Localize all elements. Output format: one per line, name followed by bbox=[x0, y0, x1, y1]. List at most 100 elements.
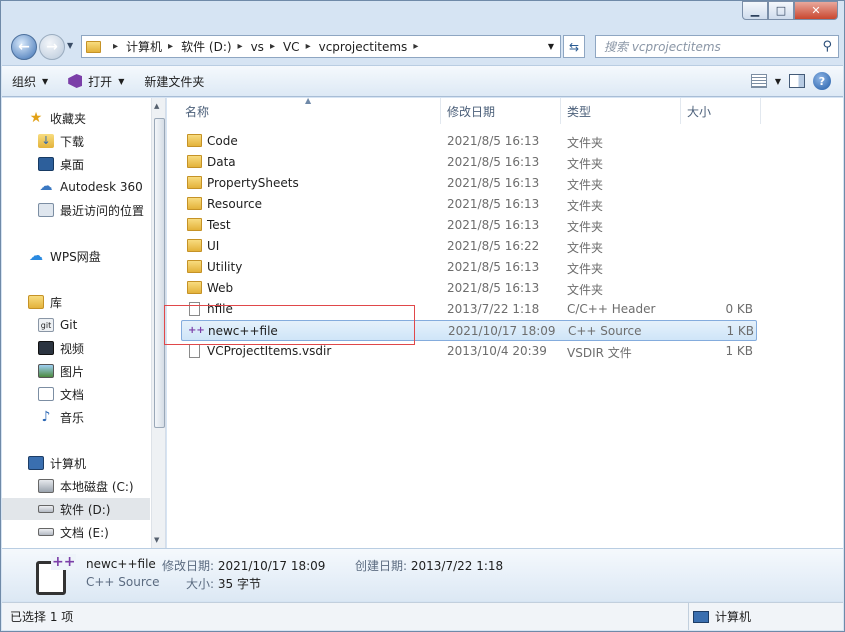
nav-item-wps[interactable]: ☁ WPS网盘 bbox=[2, 245, 150, 267]
nav-item-music[interactable]: ♪ 音乐 bbox=[2, 406, 150, 428]
file-row[interactable]: Code 2021/8/5 16:13 文件夹 bbox=[181, 131, 757, 152]
computer-icon bbox=[693, 610, 709, 623]
nav-item-recent[interactable]: 最近访问的位置 bbox=[2, 199, 150, 221]
nav-item-drive-c[interactable]: 本地磁盘 (C:) bbox=[2, 475, 150, 497]
scrollbar-thumb[interactable] bbox=[154, 118, 165, 428]
folder-icon bbox=[187, 176, 202, 189]
star-icon: ★ bbox=[29, 110, 43, 126]
back-button[interactable]: ← bbox=[11, 34, 37, 60]
music-icon: ♪ bbox=[41, 409, 51, 425]
computer-icon bbox=[28, 456, 44, 470]
file-row[interactable]: UI 2021/8/5 16:22 文件夹 bbox=[181, 236, 757, 257]
details-size: 大小: 35 字节 bbox=[186, 577, 261, 591]
column-header-size[interactable]: 大小 bbox=[681, 98, 761, 124]
close-button[interactable]: ✕ bbox=[794, 1, 838, 20]
organize-button[interactable]: 组织 ▼ bbox=[2, 66, 58, 96]
drive-c-icon bbox=[38, 479, 54, 493]
drive-icon bbox=[38, 505, 54, 513]
chevron-right-icon[interactable]: ▸ bbox=[413, 41, 418, 52]
chevron-down-icon[interactable]: ▼ bbox=[775, 77, 781, 86]
file-row[interactable]: Utility 2021/8/5 16:13 文件夹 bbox=[181, 257, 757, 278]
nav-item-pictures[interactable]: 图片 bbox=[2, 360, 150, 382]
scroll-up-icon[interactable]: ▲ bbox=[154, 102, 159, 110]
folder-icon bbox=[86, 40, 101, 53]
file-row[interactable]: hfile 2013/7/22 1:18 C/C++ Header 0 KB bbox=[181, 299, 757, 320]
file-row[interactable]: Data 2021/8/5 16:13 文件夹 bbox=[181, 152, 757, 173]
maximize-button[interactable]: □ bbox=[768, 1, 794, 20]
status-bar: 已选择 1 项 计算机 bbox=[2, 602, 843, 630]
folder-icon bbox=[187, 239, 202, 252]
file-row[interactable]: Web 2021/8/5 16:13 文件夹 bbox=[181, 278, 757, 299]
arrow-left-icon: ← bbox=[18, 39, 30, 55]
open-button[interactable]: 打开 ▼ bbox=[58, 66, 134, 96]
breadcrumb-drive-d[interactable]: 软件 (D:) ▸ bbox=[181, 38, 243, 55]
picture-icon bbox=[38, 364, 54, 378]
column-header-name[interactable]: 名称 bbox=[179, 98, 441, 124]
git-icon: git bbox=[38, 318, 54, 332]
chevron-right-icon[interactable]: ▸ bbox=[306, 41, 311, 52]
nav-item-computer[interactable]: 计算机 bbox=[2, 452, 150, 474]
nav-item-videos[interactable]: 视频 bbox=[2, 337, 150, 359]
file-row[interactable]: PropertySheets 2021/8/5 16:13 文件夹 bbox=[181, 173, 757, 194]
help-icon[interactable]: ? bbox=[813, 72, 831, 90]
library-icon bbox=[28, 295, 44, 309]
view-options-icon[interactable] bbox=[750, 74, 767, 88]
refresh-icon: ⇆ bbox=[568, 39, 580, 54]
recent-places-icon bbox=[38, 203, 54, 217]
search-icon[interactable]: ⚲ bbox=[822, 39, 832, 54]
details-created: 创建日期: 2013/7/22 1:18 bbox=[355, 559, 504, 573]
nav-item-git[interactable]: git Git bbox=[2, 314, 150, 336]
chevron-right-icon[interactable]: ▸ bbox=[270, 41, 275, 52]
breadcrumb-computer[interactable]: 计算机 ▸ bbox=[126, 38, 173, 55]
file-row-selected[interactable]: ++ newc++file 2021/10/17 18:09 C++ Source 1 … bbox=[181, 320, 757, 341]
nav-item-drive-e[interactable]: 文档 (E:) bbox=[2, 521, 150, 543]
breadcrumb-vcprojectitems[interactable]: vcprojectitems ▸ bbox=[319, 40, 419, 54]
minimize-button[interactable]: ▁ bbox=[742, 1, 768, 20]
navigation-pane: ★ 收藏夹 ↓ 下载 桌面 ☁ Autodesk 360 最近访问的位置 ☁ WPS网盘… bbox=[2, 98, 166, 548]
new-folder-button[interactable]: 新建文件夹 bbox=[134, 66, 214, 96]
forward-button[interactable]: → bbox=[39, 34, 65, 60]
caption-buttons: ▁ □ ✕ bbox=[742, 1, 838, 20]
recent-pages-dropdown[interactable]: ▼ bbox=[67, 41, 73, 50]
drive-icon bbox=[38, 528, 54, 536]
column-header-type[interactable]: 类型 bbox=[561, 98, 681, 124]
nav-item-autodesk[interactable]: ☁ Autodesk 360 bbox=[2, 176, 150, 198]
file-row[interactable]: Test 2021/8/5 16:13 文件夹 bbox=[181, 215, 757, 236]
preview-pane-icon[interactable] bbox=[789, 74, 805, 88]
selection-count: 已选择 1 项 bbox=[10, 610, 74, 624]
details-filename: newc++file bbox=[86, 557, 156, 571]
status-location: 计算机 bbox=[688, 603, 751, 630]
address-dropdown-icon[interactable]: ▼ bbox=[548, 42, 554, 51]
download-folder-icon: ↓ bbox=[38, 134, 54, 148]
refresh-button[interactable]: ⇆ bbox=[563, 35, 585, 58]
breadcrumb-vs[interactable]: vs ▸ bbox=[251, 40, 275, 54]
scroll-down-icon[interactable]: ▼ bbox=[154, 536, 159, 544]
nav-scrollbar[interactable]: ▲ ▼ bbox=[151, 98, 165, 548]
file-row[interactable]: Resource 2021/8/5 16:13 文件夹 bbox=[181, 194, 757, 215]
folder-icon bbox=[187, 134, 202, 147]
search-input[interactable]: 搜索 vcprojectitems ⚲ bbox=[595, 35, 839, 58]
details-filetype: C++ Source bbox=[86, 575, 160, 589]
nav-item-downloads[interactable]: ↓ 下载 bbox=[2, 130, 150, 152]
file-row[interactable]: VCProjectItems.vsdir 2013/10/4 20:39 VSDIR… bbox=[181, 341, 757, 362]
desktop-icon bbox=[38, 157, 54, 171]
document-icon bbox=[38, 387, 54, 401]
folder-icon bbox=[187, 281, 202, 294]
arrow-right-icon: → bbox=[46, 39, 58, 55]
nav-item-drive-d[interactable]: 软件 (D:) bbox=[2, 498, 150, 520]
chevron-right-icon[interactable]: ▸ bbox=[168, 41, 173, 52]
nav-item-libraries[interactable]: 库 bbox=[2, 291, 150, 313]
nav-item-favorites[interactable]: ★ 收藏夹 bbox=[2, 107, 150, 129]
chevron-right-icon[interactable]: ▸ bbox=[238, 41, 243, 52]
command-bar: 组织 ▼ 打开 ▼ 新建文件夹 ▼ ? bbox=[2, 65, 843, 97]
header-file-icon bbox=[189, 302, 200, 316]
address-bar[interactable]: ▸ 计算机 ▸ 软件 (D:) ▸ vs ▸ VC ▸ vcprojectitems ▸ … bbox=[81, 35, 561, 58]
column-header-date[interactable]: 修改日期 bbox=[441, 98, 561, 124]
nav-item-desktop[interactable]: 桌面 bbox=[2, 153, 150, 175]
nav-item-documents[interactable]: 文档 bbox=[2, 383, 150, 405]
breadcrumb-vc[interactable]: VC ▸ bbox=[283, 40, 311, 54]
visual-studio-icon bbox=[68, 74, 83, 88]
folder-icon bbox=[187, 218, 202, 231]
folder-icon bbox=[187, 197, 202, 210]
file-icon bbox=[189, 344, 200, 358]
